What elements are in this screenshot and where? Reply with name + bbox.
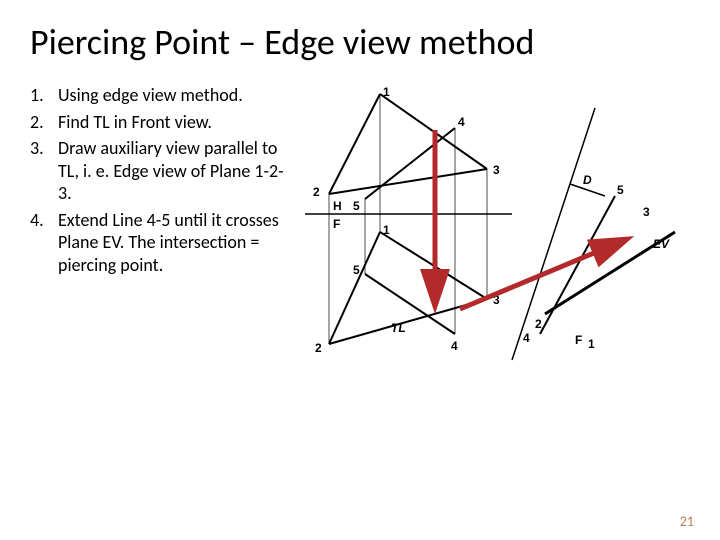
label-1: 1 bbox=[588, 337, 595, 351]
slide-title: Piercing Point – Edge view method bbox=[30, 20, 690, 64]
label-4: 4 bbox=[458, 115, 465, 129]
label-F: F bbox=[333, 217, 340, 231]
label-1: 1 bbox=[383, 223, 390, 237]
label-2: 2 bbox=[535, 317, 542, 331]
steps-list: Using edge view method. Find TL in Front… bbox=[30, 84, 295, 379]
label-2: 2 bbox=[315, 341, 322, 355]
list-item: Draw auxiliary view parallel to TL, i. e… bbox=[30, 137, 295, 205]
technical-diagram: H F 1 2 3 4 5 1 2 bbox=[305, 84, 690, 379]
label-5: 5 bbox=[617, 183, 624, 197]
label-3: 3 bbox=[643, 205, 650, 219]
label-F: F bbox=[575, 333, 582, 347]
step-text: Draw auxiliary view parallel to TL, i. e… bbox=[58, 137, 295, 205]
red-arrow-icon bbox=[460, 240, 625, 309]
label-EV: EV bbox=[653, 237, 670, 251]
label-4: 4 bbox=[451, 339, 458, 353]
step-text: Using edge view method. bbox=[58, 84, 243, 107]
label-H: H bbox=[333, 199, 342, 213]
page-number: 21 bbox=[680, 513, 694, 530]
label-1: 1 bbox=[383, 85, 390, 99]
step-text: Extend Line 4-5 until it crosses Plane E… bbox=[58, 209, 295, 277]
list-item: Find TL in Front view. bbox=[30, 111, 295, 134]
label-D: D bbox=[583, 173, 592, 187]
list-item: Extend Line 4-5 until it crosses Plane E… bbox=[30, 209, 295, 277]
label-5: 5 bbox=[353, 263, 360, 277]
label-5: 5 bbox=[353, 199, 360, 213]
label-3: 3 bbox=[493, 163, 500, 177]
list-item: Using edge view method. bbox=[30, 84, 295, 107]
step-text: Find TL in Front view. bbox=[58, 111, 212, 134]
label-2: 2 bbox=[313, 185, 320, 199]
label-TL: TL bbox=[391, 321, 406, 335]
label-4: 4 bbox=[523, 331, 530, 345]
